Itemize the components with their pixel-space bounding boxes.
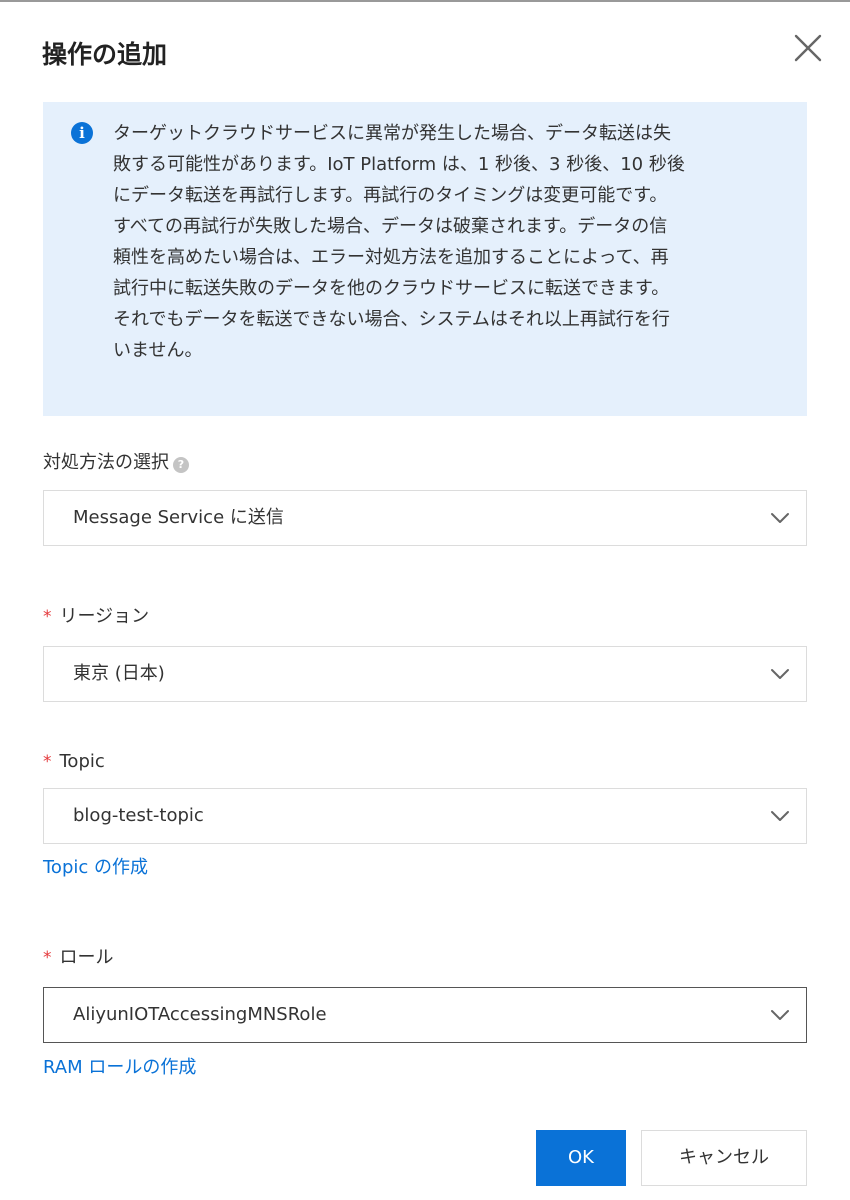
info-line: 敗する可能性があります。IoT Platform は、1 秒後、3 秒後、10 … bbox=[113, 154, 685, 175]
role-label-text: ロール bbox=[59, 947, 114, 968]
info-line: 試行中に転送失敗のデータを他のクラウドサービスに転送できます。 bbox=[113, 278, 670, 299]
role-label: * ロール bbox=[43, 945, 114, 971]
info-line: 頼性を高めたい場合は、エラー対処方法を追加することによって、再 bbox=[113, 247, 669, 268]
role-select-value: AliyunIOTAccessingMNSRole bbox=[73, 1004, 327, 1025]
method-label-text: 対処方法の選択 bbox=[43, 452, 169, 473]
chevron-down-icon bbox=[771, 513, 789, 523]
topic-select[interactable]: blog-test-topic bbox=[43, 788, 807, 844]
topic-label: * Topic bbox=[43, 749, 105, 775]
region-label: * リージョン bbox=[43, 604, 149, 630]
method-label: 対処方法の選択? bbox=[43, 450, 189, 476]
add-action-dialog: 操作の追加 i ターゲットクラウドサービスに異常が発生した場合、データ転送は失 … bbox=[0, 0, 850, 1200]
chevron-down-icon bbox=[771, 811, 789, 821]
info-line: いません。 bbox=[113, 340, 203, 361]
info-line: にデータ転送を再試行します。再試行のタイミングは変更可能です。 bbox=[113, 185, 668, 206]
info-line: すべての再試行が失敗した場合、データは破棄されます。データの信 bbox=[113, 216, 668, 237]
close-icon bbox=[794, 34, 822, 62]
info-text: ターゲットクラウドサービスに異常が発生した場合、データ転送は失 敗する可能性があ… bbox=[113, 118, 783, 366]
info-line: ターゲットクラウドサービスに異常が発生した場合、データ転送は失 bbox=[113, 123, 671, 144]
chevron-down-icon bbox=[771, 669, 789, 679]
region-select[interactable]: 東京 (日本) bbox=[43, 646, 807, 702]
info-line: それでもデータを転送できない場合、システムはそれ以上再試行を行 bbox=[113, 309, 670, 330]
info-icon: i bbox=[71, 122, 93, 144]
region-select-value: 東京 (日本) bbox=[73, 663, 165, 684]
info-notice: i ターゲットクラウドサービスに異常が発生した場合、データ転送は失 敗する可能性… bbox=[43, 102, 807, 416]
role-select[interactable]: AliyunIOTAccessingMNSRole bbox=[43, 987, 807, 1043]
region-label-text: リージョン bbox=[59, 606, 150, 627]
create-ram-role-link[interactable]: RAM ロールの作成 bbox=[43, 1055, 196, 1081]
required-mark: * bbox=[43, 752, 52, 772]
topic-select-value: blog-test-topic bbox=[73, 805, 204, 826]
required-mark: * bbox=[43, 948, 52, 968]
create-topic-link[interactable]: Topic の作成 bbox=[43, 855, 148, 881]
cancel-button[interactable]: キャンセル bbox=[641, 1130, 807, 1186]
method-select[interactable]: Message Service に送信 bbox=[43, 490, 807, 546]
method-select-value: Message Service に送信 bbox=[73, 507, 284, 528]
required-mark: * bbox=[43, 607, 52, 627]
close-button[interactable] bbox=[792, 30, 824, 66]
topic-label-text: Topic bbox=[59, 751, 105, 772]
help-icon[interactable]: ? bbox=[173, 457, 189, 473]
dialog-title: 操作の追加 bbox=[42, 40, 168, 69]
chevron-down-icon bbox=[771, 1010, 789, 1020]
ok-button[interactable]: OK bbox=[536, 1130, 626, 1186]
